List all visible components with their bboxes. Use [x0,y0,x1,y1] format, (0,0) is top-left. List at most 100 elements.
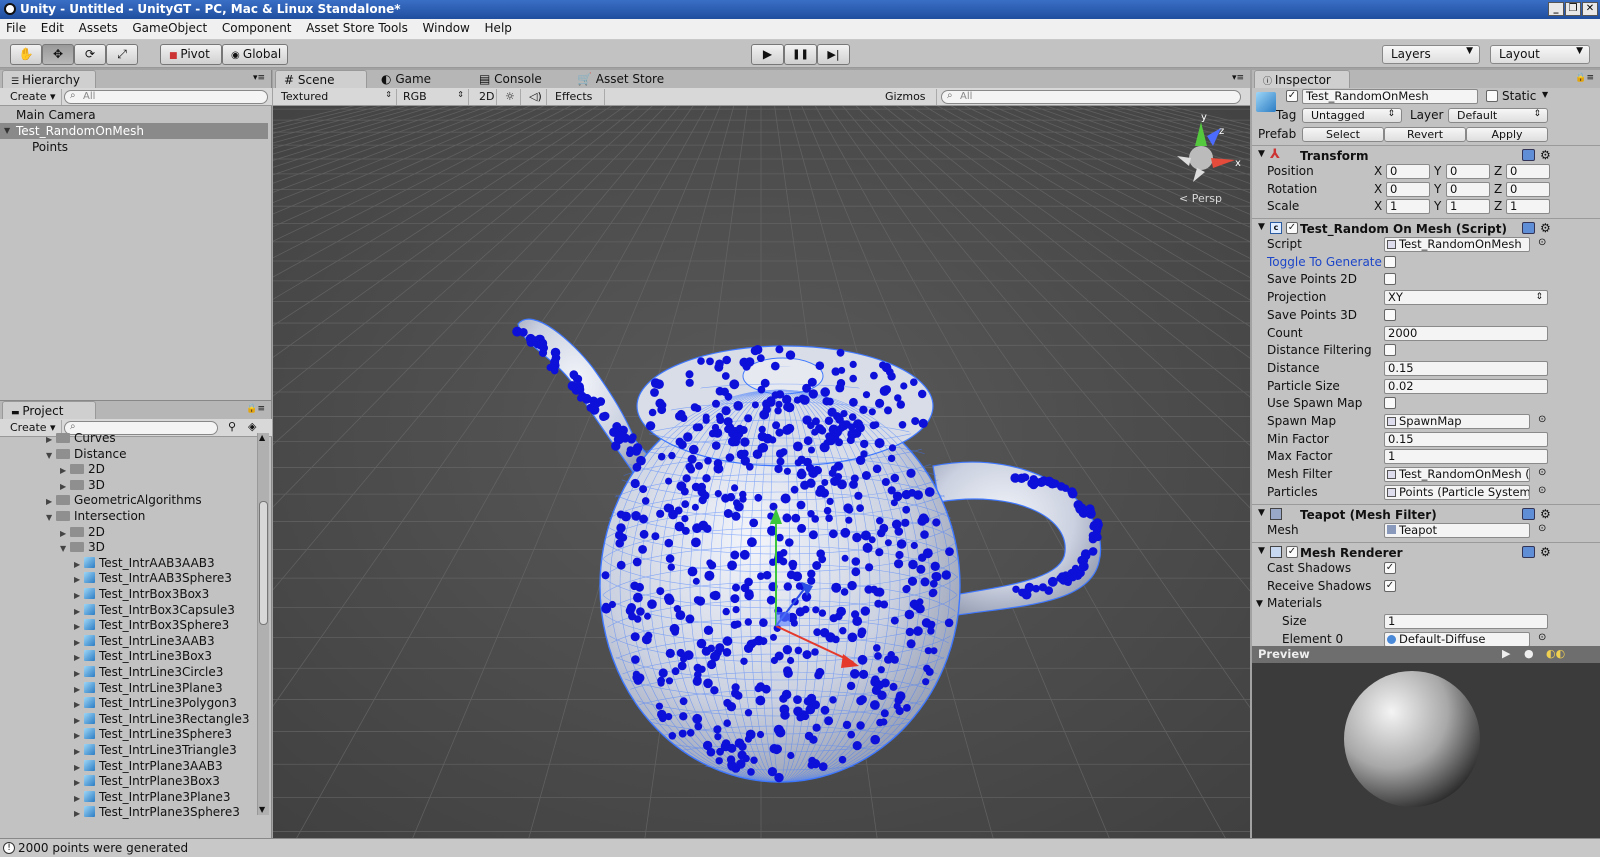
transform-scale-x-field[interactable]: 1 [1386,199,1430,214]
foldout-icon[interactable]: ▶ [74,604,84,619]
particle-size-field[interactable]: 0.02 [1384,378,1548,394]
transform-rotation-z-field[interactable]: 0 [1506,181,1550,197]
transform-position-y-field[interactable]: 0 [1446,164,1490,179]
foldout-icon[interactable]: ▶ [74,572,84,587]
receive-shadows-checkbox[interactable]: ✓ [1384,580,1396,592]
project-folder[interactable]: ▶ 2D [60,525,105,541]
menu-file[interactable]: File [0,19,31,35]
gear-icon[interactable]: ⚙ [1540,221,1551,235]
max-factor-field[interactable]: 1 [1384,449,1548,465]
layer-dropdown[interactable]: Default ⇕ [1448,108,1548,123]
foldout-icon[interactable]: ▶ [74,666,84,681]
projection-dropdown[interactable]: XY ⇕ [1384,290,1548,306]
tab-inspector[interactable]: ⓘ Inspector [1254,70,1350,88]
maximize-button[interactable]: ❐ [1565,2,1581,16]
tab-console[interactable]: ▤ Console [471,70,561,88]
script-field[interactable]: Test_RandomOnMesh [1384,237,1530,252]
project-folder[interactable]: ▶ Curves [46,433,116,447]
transform-scale-y-field[interactable]: 1 [1446,199,1490,214]
project-asset[interactable]: ▶ Test_IntrPlane3Box3 [74,774,220,790]
rotate-tool-button[interactable]: ⟳ [74,44,106,65]
filter-type-icon[interactable]: ⚲ [228,420,236,433]
object-picker-icon[interactable]: ⊙ [1538,485,1546,496]
render-mode-dropdown[interactable]: RGB ⇕ [397,89,469,105]
object-picker-icon[interactable]: ⊙ [1538,467,1546,478]
foldout-icon[interactable]: ▶ [74,650,84,665]
object-picker-icon[interactable]: ⊙ [1538,237,1546,248]
project-asset[interactable]: ▶ Test_IntrBox3Capsule3 [74,603,235,619]
menu-edit[interactable]: Edit [35,19,69,35]
foldout-icon[interactable]: ▶ [74,728,84,743]
help-icon[interactable] [1522,149,1535,161]
gear-icon[interactable]: ⚙ [1540,507,1551,521]
menu-help[interactable]: Help [479,19,517,35]
scene-lighting-toggle[interactable]: ☼ [499,89,521,105]
count-field[interactable]: 2000 [1384,325,1548,341]
save-points-3d-checkbox[interactable] [1384,308,1396,321]
transform-position-z-field[interactable]: 0 [1506,164,1550,179]
foldout-icon[interactable]: ▶ [74,775,84,790]
foldout-icon[interactable]: ▶ [74,760,84,775]
project-scrollbar[interactable]: ▲ ▼ [257,433,269,815]
project-asset[interactable]: ▶ Test_IntrPlane3Plane3 [74,790,231,806]
element0-field[interactable]: Default-Diffuse [1384,632,1530,647]
gizmos-dropdown[interactable]: Gizmos ▾ [879,89,937,115]
layout-dropdown[interactable]: Layout ▼ [1490,45,1590,64]
project-folder[interactable]: ▶ 2D [60,462,105,478]
tab-project[interactable]: ▬ Project [2,401,96,419]
mesh-filter-component-header[interactable]: ▼ Teapot (Mesh Filter) ⚙ [1252,504,1600,524]
help-icon[interactable] [1522,508,1535,520]
project-asset[interactable]: ▶ Test_IntrLine3Rectangle3 [74,712,249,728]
panel-menu-icon[interactable]: 🔒≡ [246,404,265,414]
scrollbar-thumb[interactable] [259,501,268,625]
help-icon[interactable] [1522,546,1535,558]
foldout-icon[interactable]: ▶ [60,479,70,494]
menu-component[interactable]: Component [216,19,297,35]
global-toggle[interactable]: ◉ Global [222,44,288,65]
shading-mode-dropdown[interactable]: Textured ⇕ [275,89,397,105]
foldout-icon[interactable]: ▶ [74,682,84,697]
toggle-to-generate-checkbox[interactable] [1384,255,1396,268]
project-folder[interactable]: ▼ Intersection [46,509,145,525]
project-asset[interactable]: ▶ Test_IntrLine3Circle3 [74,665,223,681]
object-picker-icon[interactable]: ⊙ [1538,632,1546,643]
project-asset[interactable]: ▶ Test_IntrAAB3Sphere3 [74,571,232,587]
materials-foldout-icon[interactable]: ▼ [1256,599,1263,609]
foldout-icon[interactable]: ▶ [46,433,56,447]
close-button[interactable]: ✕ [1582,2,1598,16]
gear-icon[interactable]: ⚙ [1540,148,1551,162]
project-asset[interactable]: ▶ Test_IntrLine3Sphere3 [74,727,232,743]
object-picker-icon[interactable]: ⊙ [1538,523,1546,534]
tab-hierarchy[interactable]: ☰ Hierarchy [2,70,96,88]
project-folder[interactable]: ▼ 3D [60,540,105,556]
foldout-icon[interactable]: ▶ [74,744,84,759]
project-asset[interactable]: ▶ Test_IntrPlane3Sphere3 [74,805,240,821]
preview-play-icon[interactable]: ▶ [1502,647,1510,660]
preview-sphere-icon[interactable]: ● [1524,647,1534,660]
foldout-icon[interactable]: ▶ [74,697,84,712]
spawn-map-field[interactable]: SpawnMap [1384,414,1530,429]
project-asset[interactable]: ▶ Test_IntrBox3Box3 [74,587,209,603]
renderer-enabled-checkbox[interactable]: ✓ [1286,546,1298,558]
mesh-field[interactable]: Teapot [1384,523,1530,538]
2d-mode-toggle[interactable]: 2D [473,89,497,105]
scene-canvas[interactable]: y z x < Persp [273,106,1250,838]
scene-viewport[interactable]: y z x < Persp [273,106,1250,838]
foldout-icon[interactable]: ▶ [74,557,84,572]
tab-asset-store[interactable]: 🛒 Asset Store [569,70,679,88]
move-tool-button[interactable]: ✥ [42,44,74,65]
prefab-revert-button[interactable]: Revert [1384,127,1466,142]
panel-menu-icon[interactable]: 🔒≡ [1575,73,1594,83]
project-asset[interactable]: ▶ Test_IntrAAB3AAB3 [74,556,215,572]
tag-dropdown[interactable]: Untagged ⇕ [1302,108,1402,123]
foldout-icon[interactable]: ▼ [46,510,56,525]
particles-field[interactable]: Points (Particle System) [1384,484,1530,500]
cast-shadows-checkbox[interactable]: ✓ [1384,562,1396,574]
foldout-icon[interactable]: ▼ [60,541,70,556]
project-asset[interactable]: ▶ Test_IntrBox3Sphere3 [74,618,229,634]
script-component-header[interactable]: ▼ c ✓ Test_Random On Mesh (Script) ⚙ [1252,218,1600,238]
mesh-renderer-component-header[interactable]: ▼ ✓ Mesh Renderer ⚙ [1252,542,1600,562]
save-points-2d-checkbox[interactable] [1384,273,1396,286]
foldout-icon[interactable]: ▶ [74,791,84,806]
scene-audio-toggle[interactable]: ◁) [523,89,547,105]
